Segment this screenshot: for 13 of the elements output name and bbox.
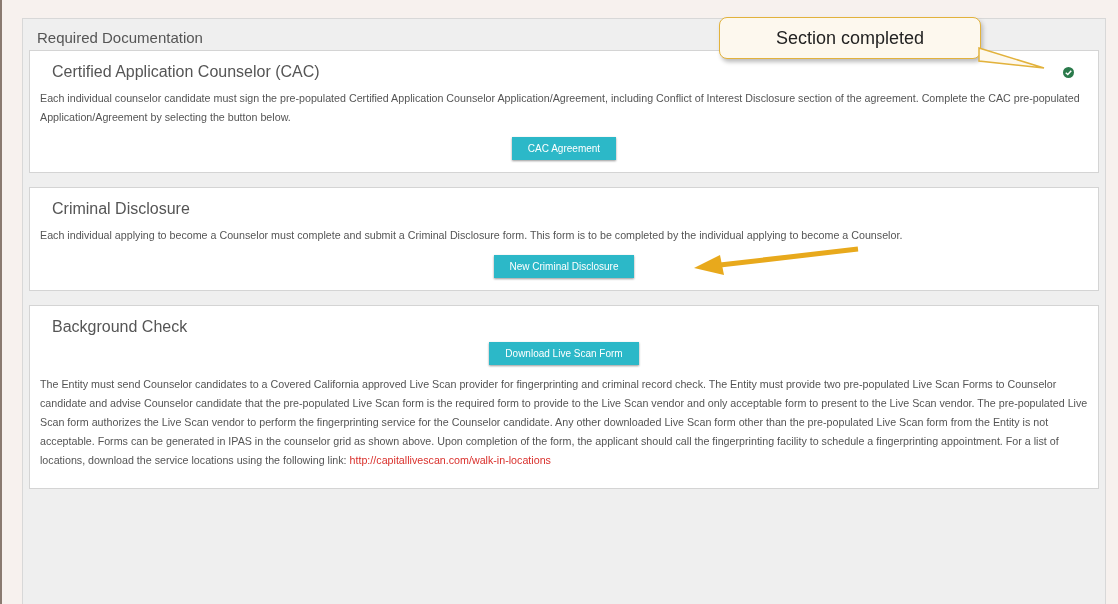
section-description: The Entity must send Counselor candidates to a Covered California approved Live Scan provider for fingerprinting and criminal record check. The Entity must provide two pre-populated Live Scan Forms to Counselor candidate and advise Counselor candidate that the pre-populated Live Scan form is the required form to provide to the Live Scan vendor and only acceptable form to present to the Live Scan vendor. The pre-populated Live Scan form authorizes the Live Scan vendor to perform the fingerprinting service for the Counselor candidate. Any other downloaded Live Scan form other than the pre-populated Live Scan form from the Entity is not acceptable. Forms can be generated in IPAS in the counselor grid as shown above. Upon completion of the form, the applicant should call the fingerprinting facility to schedule a fingerprinting appointment. For a list of locations, download the service locations using the following link: http://capitallivescan.com/walk-in-locations <box>40 377 1088 468</box>
section-title: Certified Application Counselor (CAC) <box>52 63 320 81</box>
section-description: Each individual counselor candidate must sign the pre-populated Certified Application Counselor Application/Agreement, including Conflict of Interest Disclosure section of the agreement. Complete the CAC pre-populated Application/Agreement by selecting the button below. <box>40 91 1081 125</box>
section-title: Criminal Disclosure <box>52 200 190 218</box>
action-button[interactable]: CAC Agreement <box>511 137 617 160</box>
section-description: Each individual applying to become a Counselor must complete and submit a Criminal Disclosure form. This form is to be completed by the individual applying to become a Counselor. <box>40 228 904 243</box>
callout: Section completed <box>719 17 981 59</box>
action-button[interactable]: New Criminal Disclosure <box>493 255 635 278</box>
check-icon <box>1063 66 1074 78</box>
link[interactable]: http://capitallivescan.com/walk-in-locations <box>349 454 551 466</box>
panel-title: Required Documentation <box>36 28 204 46</box>
section-title: Background Check <box>52 318 188 336</box>
download-button[interactable]: Download Live Scan Form <box>489 342 639 365</box>
